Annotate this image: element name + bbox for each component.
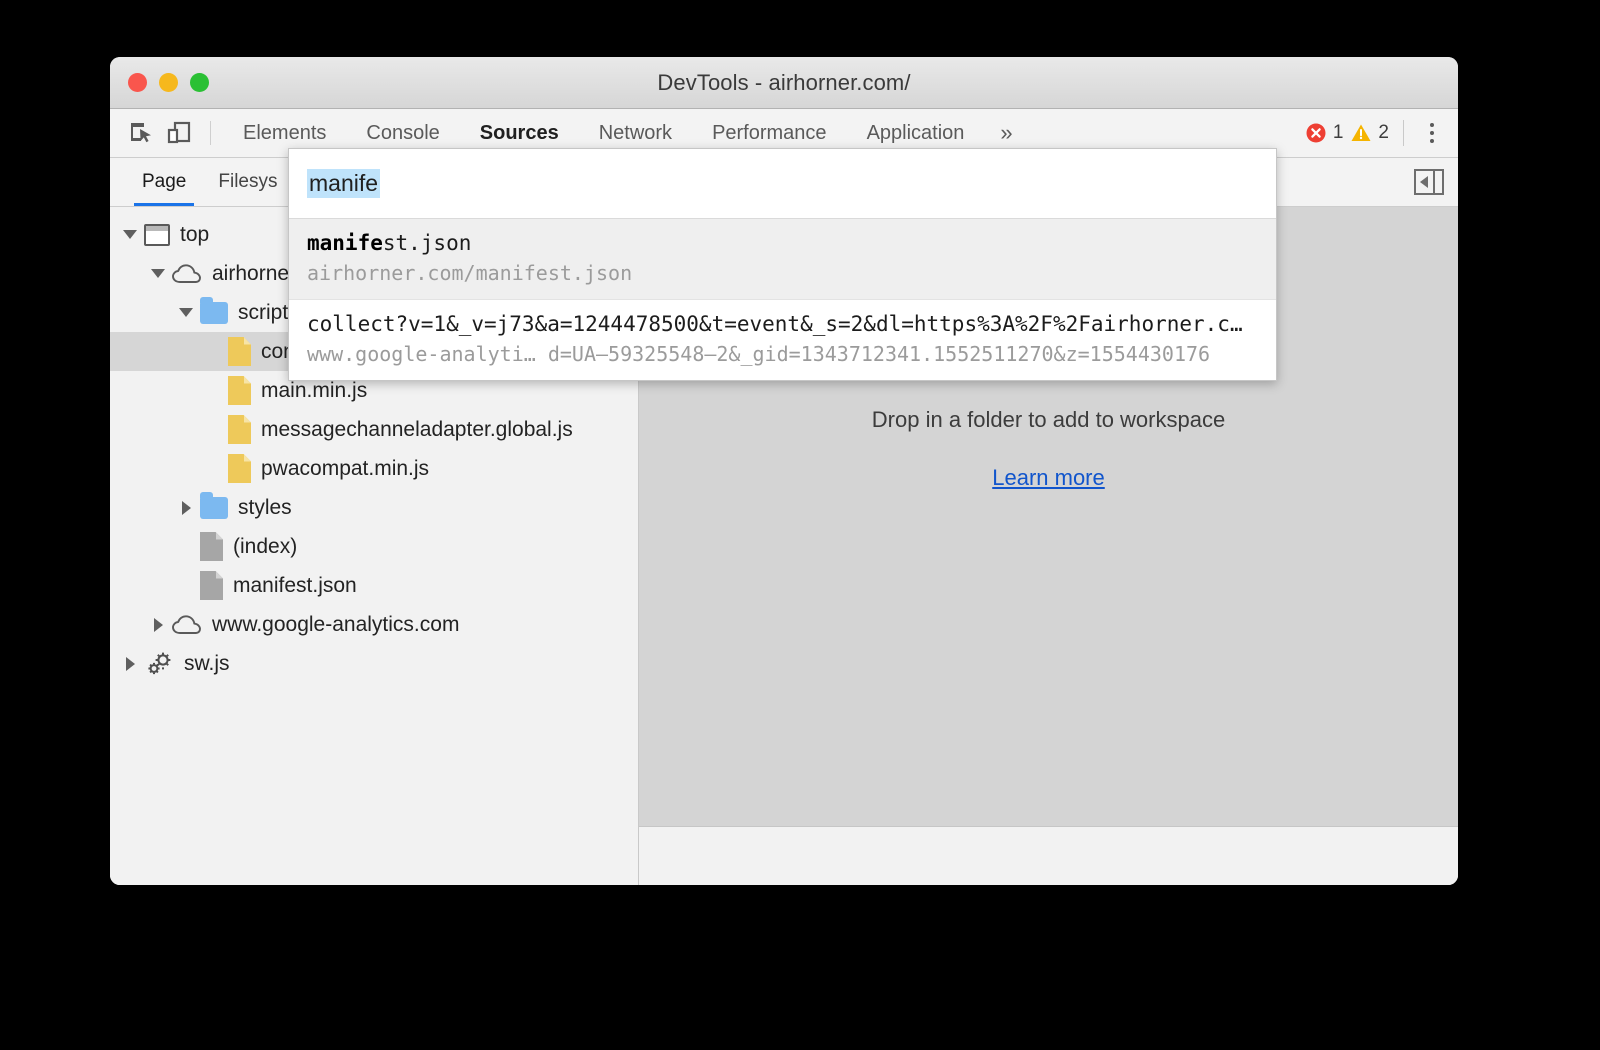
folder-icon	[200, 491, 228, 519]
kebab-dot	[1430, 139, 1434, 143]
quick-open-dialog[interactable]: manife manifest.json airhorner.com/manife…	[288, 148, 1277, 381]
folder-icon	[200, 296, 228, 324]
error-count: 1	[1332, 122, 1344, 143]
inspect-element-icon	[131, 123, 151, 143]
cloud-icon	[172, 263, 202, 284]
error-icon	[1306, 123, 1326, 143]
kebab-dot	[1430, 123, 1434, 127]
tree-item-label: (index)	[233, 535, 298, 558]
javascript-file-icon	[228, 376, 251, 405]
close-window-button[interactable]	[128, 73, 147, 92]
collapse-sidebar-bar	[1433, 171, 1435, 193]
tree-item[interactable]: pwacompat.min.js	[110, 449, 638, 488]
collapse-sidebar-button[interactable]	[1414, 169, 1444, 195]
tree-item-label: manifest.json	[233, 574, 357, 597]
tree-item[interactable]: sw.js	[110, 644, 638, 683]
toolbar-right-group: 1 2	[1305, 115, 1450, 151]
chevron-down-icon[interactable]	[176, 303, 196, 323]
quick-open-result-subtitle: airhorner.com/manifest.json	[307, 261, 633, 285]
maximize-window-button[interactable]	[190, 73, 209, 92]
tree-item[interactable]: (index)	[110, 527, 638, 566]
chevron-right-icon[interactable]	[148, 615, 168, 635]
service-worker-gear-icon	[144, 650, 174, 678]
tree-item[interactable]: messagechanneladapter.global.js	[110, 410, 638, 449]
tree-item[interactable]: www.google-analytics.com	[110, 605, 638, 644]
frame-icon	[144, 223, 170, 246]
learn-more-link[interactable]: Learn more	[992, 465, 1105, 491]
chevron-down-icon[interactable]	[148, 264, 168, 284]
window-titlebar: DevTools - airhorner.com/	[110, 57, 1458, 109]
editor-status-bar	[639, 826, 1458, 885]
error-badge[interactable]: 1	[1305, 122, 1344, 144]
warning-icon	[1351, 124, 1371, 141]
quick-open-input[interactable]: manife	[307, 169, 381, 198]
sidebar-tab-filesystem[interactable]: Filesys	[202, 158, 293, 206]
chevron-right-icon[interactable]	[176, 498, 196, 518]
tree-item-label: sw.js	[184, 652, 230, 675]
warning-count: 2	[1378, 122, 1389, 143]
devtools-menu-button[interactable]	[1414, 115, 1450, 151]
device-toolbar-icon	[167, 121, 191, 144]
drop-zone-message: Drop in a folder to add to workspace	[871, 407, 1226, 432]
chevron-down-icon[interactable]	[120, 225, 140, 245]
tree-item-label: airhorne	[212, 262, 290, 285]
quick-open-result-title: collect?v=1&_v=j73&a=1244478500&t=event&…	[307, 312, 1258, 336]
chevron-right-icon[interactable]	[120, 654, 140, 674]
more-panels-button[interactable]: »	[984, 120, 1028, 146]
window-controls	[128, 73, 209, 92]
quick-open-results[interactable]: manifest.json airhorner.com/manifest.json…	[289, 219, 1276, 380]
window-title: DevTools - airhorner.com/	[657, 69, 911, 95]
kebab-dot	[1430, 131, 1434, 135]
warning-badge[interactable]: 2	[1350, 122, 1389, 144]
quick-open-match-highlight: manife	[307, 231, 383, 255]
tree-item-label: styles	[238, 496, 292, 519]
tree-item-label: pwacompat.min.js	[261, 457, 430, 480]
tree-item-label: messagechanneladapter.global.js	[261, 418, 573, 441]
document-file-icon	[200, 532, 223, 561]
tree-item[interactable]: styles	[110, 488, 638, 527]
javascript-file-icon	[228, 454, 251, 483]
issue-badges: 1 2	[1305, 122, 1403, 144]
collapse-sidebar-icon	[1420, 176, 1428, 188]
quick-open-result-title: manifest.json	[307, 231, 1258, 255]
quick-open-result-item[interactable]: manifest.json airhorner.com/manifest.json	[289, 219, 1276, 300]
tree-item-label: www.google-analytics.com	[212, 613, 460, 636]
quick-open-title-rest: st.json	[382, 231, 472, 255]
quick-open-result-subtitle: www.google-analyti… d=UA–59325548–2&_gid…	[307, 342, 1211, 366]
tree-item[interactable]: manifest.json	[110, 566, 638, 605]
inspect-element-button[interactable]	[124, 116, 158, 150]
toggle-device-toolbar-button[interactable]	[162, 116, 196, 150]
javascript-file-icon	[228, 337, 251, 366]
sidebar-tab-page[interactable]: Page	[126, 158, 202, 206]
tree-item-label: main.min.js	[261, 379, 368, 402]
minimize-window-button[interactable]	[159, 73, 178, 92]
document-file-icon	[200, 571, 223, 600]
cloud-icon	[172, 614, 202, 635]
quick-open-input-row[interactable]: manife	[289, 149, 1276, 219]
javascript-file-icon	[228, 415, 251, 444]
quick-open-title-rest: collect?v=1&_v=j73&a=1244478500&t=event&…	[307, 312, 1243, 336]
toolbar-divider	[210, 121, 211, 145]
toolbar-right-divider	[1403, 120, 1404, 146]
quick-open-result-item[interactable]: collect?v=1&_v=j73&a=1244478500&t=event&…	[289, 300, 1276, 380]
tree-item-label: top	[180, 223, 210, 246]
